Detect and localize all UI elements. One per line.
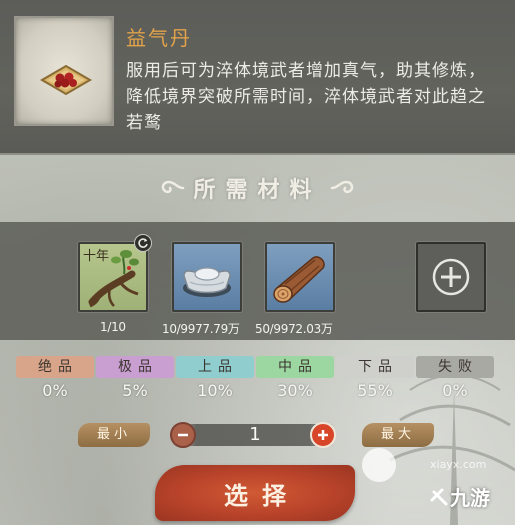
max-quantity-button[interactable]: 最大	[362, 423, 434, 447]
grade-probabilities: 绝品 0% 极品 5% 上品 10% 中品 30% 下品 55% 失败 0%	[0, 356, 515, 408]
material-count-silver: 10/9977.79万	[162, 322, 240, 336]
grade-percent: 0%	[442, 381, 468, 400]
item-description: 服用后可为淬体境武者增加真气，助其修炼，降低境界突破所需时间，淬体境武者对此趋之…	[126, 61, 486, 133]
grade-percent: 0%	[42, 381, 68, 400]
material-slot-silver[interactable]	[172, 242, 242, 312]
add-material-slot[interactable]	[416, 242, 486, 312]
grade-xiapin: 下品 55%	[336, 356, 414, 400]
quantity-selector: 最小 1 最大	[0, 418, 515, 452]
cloud-swirl-right-icon	[330, 180, 353, 194]
grade-label: 上品	[176, 356, 254, 378]
item-info-panel: 益气丹 服用后可为淬体境武者增加真气，助其修炼，降低境界突破所需时间，淬体境武者…	[0, 0, 515, 155]
silver-ingot-icon	[183, 267, 231, 297]
pill-plate-icon	[40, 64, 92, 96]
watermark-url: xiayx.com	[430, 458, 487, 471]
minus-icon	[178, 433, 188, 437]
material-count-herb: 1/10	[100, 320, 126, 334]
increase-button[interactable]	[310, 422, 336, 448]
material-count-wood: 50/9972.03万	[255, 322, 333, 336]
select-button[interactable]: 选择	[155, 465, 355, 521]
plus-icon	[318, 430, 328, 440]
cloud-swirl-left-icon	[162, 180, 185, 194]
watermark-circle	[362, 448, 396, 482]
item-icon-frame	[14, 16, 114, 126]
swap-material-button[interactable]	[134, 234, 152, 252]
grade-percent: 10%	[197, 381, 233, 400]
min-quantity-button[interactable]: 最小	[78, 423, 150, 447]
grade-shangpin: 上品 10%	[176, 356, 254, 400]
quantity-value: 1	[249, 424, 261, 445]
grade-juepin: 绝品 0%	[16, 356, 94, 400]
jiuyou-logo-icon	[430, 488, 448, 505]
grade-label: 绝品	[16, 356, 94, 378]
watermark-logo: 九游	[428, 482, 490, 511]
grade-label: 极品	[96, 356, 174, 378]
plus-icon	[432, 258, 470, 296]
select-button-label: 选择	[224, 480, 300, 510]
item-name: 益气丹	[126, 26, 192, 50]
grade-label: 下品	[336, 356, 414, 378]
material-slot-wood[interactable]	[265, 242, 335, 312]
grade-shibai: 失败 0%	[416, 356, 494, 400]
grade-percent: 30%	[277, 381, 313, 400]
wood-log-icon	[273, 256, 325, 303]
decrease-button[interactable]	[170, 422, 196, 448]
herb-age-tag: 十年	[83, 249, 110, 264]
grade-zhongpin: 中品 30%	[256, 356, 334, 400]
grade-percent: 55%	[357, 381, 393, 400]
section-title-text: 所需材料	[193, 177, 322, 203]
refresh-icon	[138, 238, 148, 248]
grade-jipin: 极品 5%	[96, 356, 174, 400]
grade-label: 中品	[256, 356, 334, 378]
materials-strip: 十年 1/10 10/9977.79万 50/9972.03万	[0, 222, 515, 340]
grade-label: 失败	[416, 356, 494, 378]
materials-section-title: 所需材料	[0, 168, 515, 208]
grade-percent: 5%	[122, 381, 148, 400]
material-slot-herb[interactable]: 十年	[78, 242, 148, 312]
watermark-logo-text: 九游	[450, 486, 490, 510]
